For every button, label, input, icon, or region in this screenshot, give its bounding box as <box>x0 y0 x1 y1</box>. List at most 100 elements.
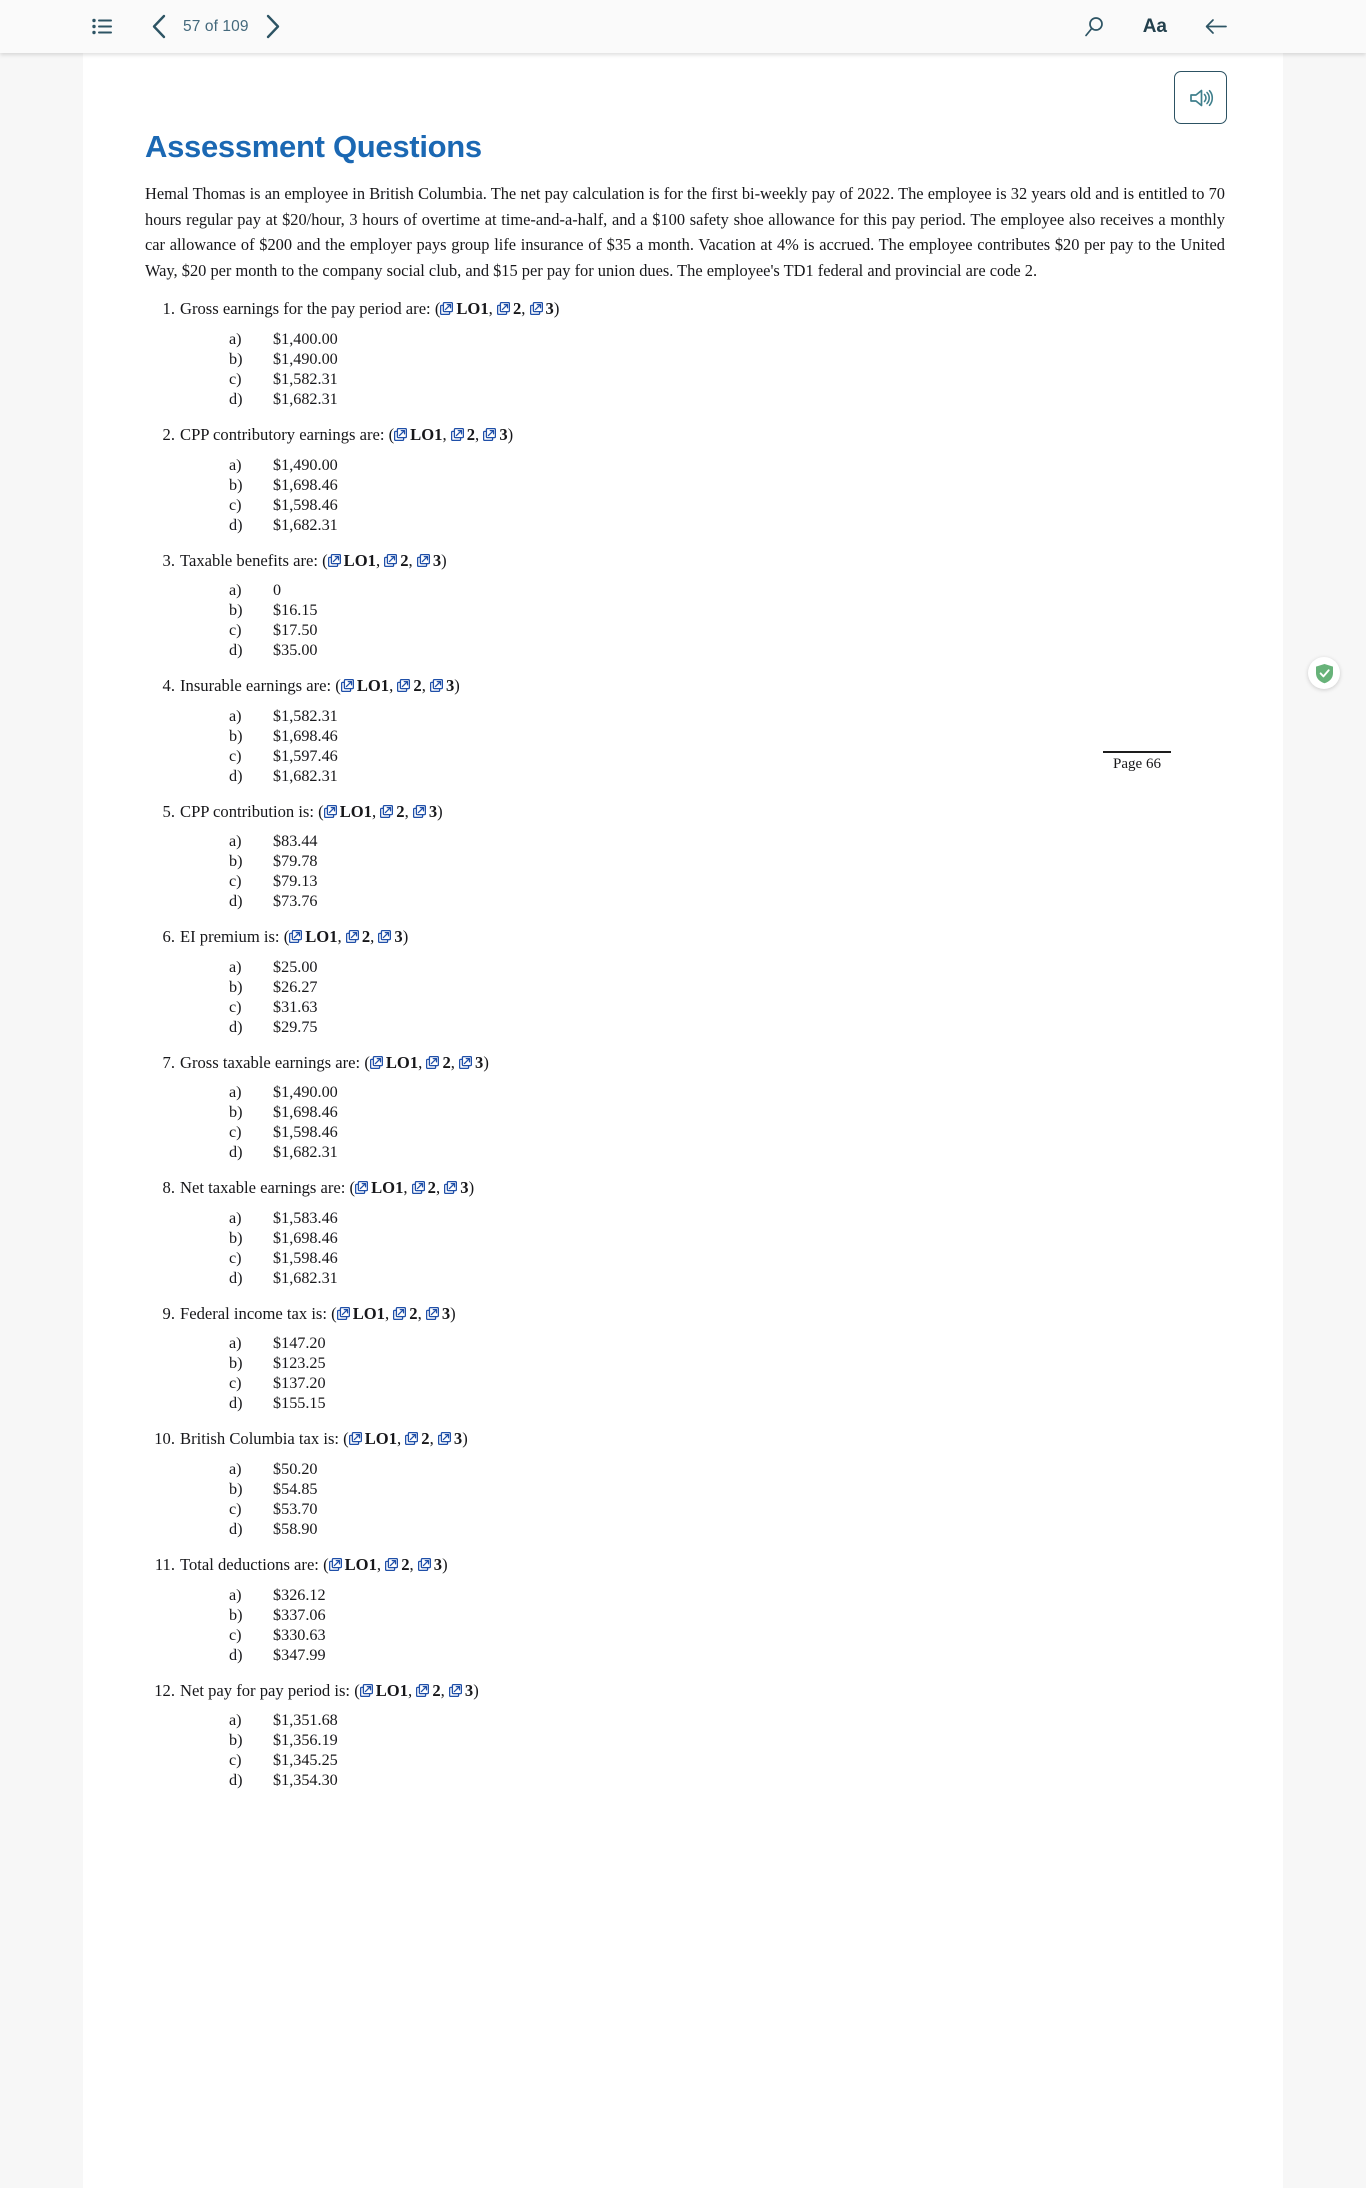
external-link-icon[interactable] <box>411 1181 425 1195</box>
learning-objective-ref[interactable]: LO1 <box>357 676 389 695</box>
answer-option[interactable]: d) $1,682.31 <box>145 389 1225 409</box>
answer-option[interactable]: b) $1,698.46 <box>145 1228 1225 1248</box>
external-link-icon[interactable] <box>355 1181 369 1195</box>
answer-option[interactable]: d) $1,682.31 <box>145 515 1225 535</box>
learning-objective-ref[interactable]: 2 <box>401 1555 409 1574</box>
answer-option[interactable]: d) $1,682.31 <box>145 766 1225 786</box>
answer-option[interactable]: b) $1,698.46 <box>145 726 1225 746</box>
external-link-icon[interactable] <box>328 1558 342 1571</box>
answer-option[interactable]: a) $1,351.68 <box>145 1710 1225 1730</box>
learning-objective-ref[interactable]: LO1 <box>345 1555 377 1574</box>
learning-objective-ref[interactable]: 2 <box>396 802 404 821</box>
answer-option[interactable]: a) $326.12 <box>145 1585 1225 1605</box>
learning-objective-ref[interactable]: LO1 <box>365 1429 397 1448</box>
external-link-icon[interactable] <box>378 930 392 944</box>
learning-objective-ref[interactable]: LO1 <box>340 802 372 821</box>
learning-objective-ref[interactable]: LO1 <box>386 1053 418 1072</box>
adguard-shield-check-icon[interactable] <box>1308 657 1340 689</box>
answer-option[interactable]: c) $1,597.46 <box>145 746 1225 766</box>
answer-option[interactable]: b) $123.25 <box>145 1353 1225 1373</box>
answer-option[interactable]: a) $147.20 <box>145 1333 1225 1353</box>
external-link-icon[interactable] <box>425 1306 439 1320</box>
answer-option[interactable]: b) $1,698.46 <box>145 1102 1225 1122</box>
learning-objective-ref[interactable]: 2 <box>428 1178 436 1197</box>
answer-option[interactable]: c) $31.63 <box>145 997 1225 1017</box>
external-link-icon[interactable] <box>437 1432 451 1446</box>
external-link-icon[interactable] <box>426 1055 440 1069</box>
external-link-icon[interactable] <box>448 1683 462 1697</box>
external-link-icon[interactable] <box>380 804 394 818</box>
text-size-button[interactable]: Aa <box>1137 16 1173 37</box>
answer-option[interactable]: b) $337.06 <box>145 1605 1225 1625</box>
answer-option[interactable]: d) $155.15 <box>145 1393 1225 1413</box>
learning-objective-ref[interactable]: 3 <box>475 1053 483 1072</box>
external-link-icon[interactable] <box>417 1558 431 1571</box>
external-link-icon[interactable] <box>348 1432 362 1446</box>
answer-option[interactable]: a) $1,583.46 <box>145 1208 1225 1228</box>
external-link-icon[interactable] <box>444 1181 458 1195</box>
answer-option[interactable]: c) $330.63 <box>145 1625 1225 1645</box>
answer-option[interactable]: b) $1,698.46 <box>145 475 1225 495</box>
external-link-icon[interactable] <box>289 930 303 944</box>
answer-option[interactable]: d) $1,682.31 <box>145 1142 1225 1162</box>
learning-objective-ref[interactable]: 2 <box>442 1053 450 1072</box>
answer-option[interactable]: c) $1,598.46 <box>145 495 1225 515</box>
learning-objective-ref[interactable]: 3 <box>394 927 402 946</box>
answer-option[interactable]: d) $58.90 <box>145 1519 1225 1539</box>
learning-objective-ref[interactable]: LO1 <box>456 299 488 318</box>
learning-objective-ref[interactable]: 3 <box>433 551 441 570</box>
learning-objective-ref[interactable]: 2 <box>409 1304 417 1323</box>
learning-objective-ref[interactable]: 2 <box>513 299 521 318</box>
external-link-icon[interactable] <box>397 679 411 693</box>
answer-option[interactable]: d) $35.00 <box>145 640 1225 660</box>
answer-option[interactable]: d) $29.75 <box>145 1017 1225 1037</box>
answer-option[interactable]: a) 0 <box>145 580 1225 600</box>
external-link-icon[interactable] <box>336 1306 350 1320</box>
back-arrow-icon[interactable] <box>1201 14 1232 39</box>
answer-option[interactable]: a) $50.20 <box>145 1459 1225 1479</box>
answer-option[interactable]: b) $16.15 <box>145 600 1225 620</box>
learning-objective-ref[interactable]: 2 <box>467 425 475 444</box>
external-link-icon[interactable] <box>405 1432 419 1446</box>
learning-objective-ref[interactable]: 3 <box>442 1304 450 1323</box>
answer-option[interactable]: c) $79.13 <box>145 871 1225 891</box>
external-link-icon[interactable] <box>529 302 543 316</box>
learning-objective-ref[interactable]: LO1 <box>376 1681 408 1700</box>
answer-option[interactable]: b) $79.78 <box>145 851 1225 871</box>
external-link-icon[interactable] <box>327 553 341 567</box>
search-icon[interactable] <box>1079 12 1109 42</box>
learning-objective-ref[interactable]: LO1 <box>305 927 337 946</box>
learning-objective-ref[interactable]: 2 <box>362 927 370 946</box>
external-link-icon[interactable] <box>416 1683 430 1697</box>
learning-objective-ref[interactable]: 3 <box>446 676 454 695</box>
external-link-icon[interactable] <box>359 1683 373 1697</box>
answer-option[interactable]: c) $1,582.31 <box>145 369 1225 389</box>
answer-option[interactable]: d) $347.99 <box>145 1645 1225 1665</box>
answer-option[interactable]: a) $1,582.31 <box>145 706 1225 726</box>
answer-option[interactable]: b) $26.27 <box>145 977 1225 997</box>
previous-page-button[interactable] <box>147 10 171 43</box>
external-link-icon[interactable] <box>429 679 443 693</box>
learning-objective-ref[interactable]: 3 <box>546 299 554 318</box>
learning-objective-ref[interactable]: 3 <box>454 1429 462 1448</box>
answer-option[interactable]: c) $1,598.46 <box>145 1248 1225 1268</box>
answer-option[interactable]: a) $1,490.00 <box>145 455 1225 475</box>
answer-option[interactable]: a) $1,400.00 <box>145 329 1225 349</box>
external-link-icon[interactable] <box>496 302 510 316</box>
answer-option[interactable]: b) $1,356.19 <box>145 1730 1225 1750</box>
learning-objective-ref[interactable]: 2 <box>400 551 408 570</box>
external-link-icon[interactable] <box>394 427 408 441</box>
answer-option[interactable]: c) $137.20 <box>145 1373 1225 1393</box>
external-link-icon[interactable] <box>416 553 430 567</box>
learning-objective-ref[interactable]: 3 <box>465 1681 473 1700</box>
external-link-icon[interactable] <box>450 427 464 441</box>
answer-option[interactable]: c) $53.70 <box>145 1499 1225 1519</box>
learning-objective-ref[interactable]: 3 <box>429 802 437 821</box>
learning-objective-ref[interactable]: LO1 <box>410 425 442 444</box>
answer-option[interactable]: d) $1,354.30 <box>145 1770 1225 1790</box>
answer-option[interactable]: c) $1,598.46 <box>145 1122 1225 1142</box>
learning-objective-ref[interactable]: 3 <box>434 1555 442 1574</box>
answer-option[interactable]: c) $1,345.25 <box>145 1750 1225 1770</box>
external-link-icon[interactable] <box>384 553 398 567</box>
learning-objective-ref[interactable]: LO1 <box>353 1304 385 1323</box>
